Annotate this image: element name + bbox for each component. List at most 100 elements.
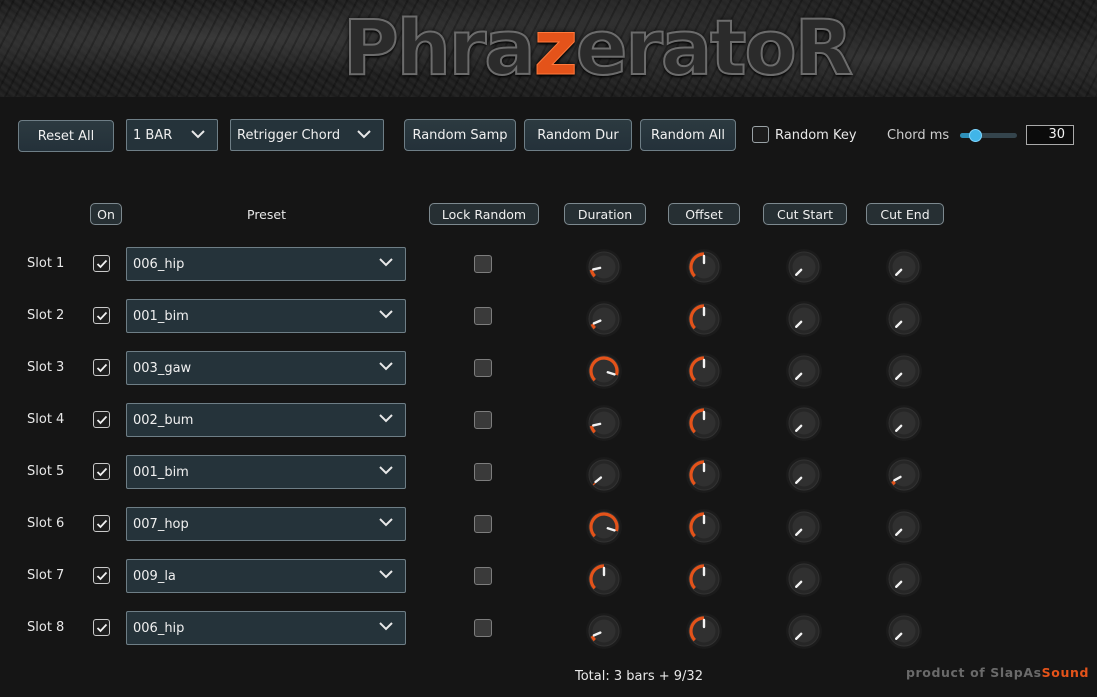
slot-preset-select[interactable]: 003_gaw (126, 351, 406, 385)
slot-on-checkbox[interactable] (93, 255, 110, 272)
slot-cut-end-knob[interactable] (885, 560, 923, 598)
slot-duration-knob[interactable] (585, 248, 623, 286)
slot-offset-knob[interactable] (685, 560, 723, 598)
bars-select[interactable]: 1 BAR (126, 119, 218, 151)
random-dur-button[interactable]: Random Dur (524, 119, 632, 151)
chevron-down-icon (379, 414, 393, 423)
slot-lock-random-checkbox[interactable] (474, 359, 492, 377)
random-samp-button[interactable]: Random Samp (404, 119, 516, 151)
slot-cut-start-knob[interactable] (785, 352, 823, 390)
chevron-down-icon (379, 570, 393, 579)
slot-cut-start-knob[interactable] (785, 508, 823, 546)
slot-cut-end-knob[interactable] (885, 404, 923, 442)
slot-cut-end-knob[interactable] (885, 352, 923, 390)
checkmark-icon (96, 415, 107, 424)
slot-preset-select[interactable]: 006_hip (126, 247, 406, 281)
chevron-down-icon (379, 518, 393, 527)
slot-preset-select[interactable]: 007_hop (126, 507, 406, 541)
preset-header: Preset (247, 207, 286, 222)
slot-cut-start-knob[interactable] (785, 456, 823, 494)
slot-label: Slot 6 (27, 516, 65, 531)
chevron-down-icon (191, 130, 205, 139)
slot-cut-end-knob[interactable] (885, 456, 923, 494)
lock-random-header-button[interactable]: Lock Random (429, 203, 539, 225)
slot-cut-end-knob[interactable] (885, 612, 923, 650)
logo-part-1: Phra (342, 2, 537, 93)
slot-preset-select[interactable]: 006_hip (126, 611, 406, 645)
mode-select-value: Retrigger Chord (237, 127, 341, 143)
slot-offset-knob[interactable] (685, 456, 723, 494)
chord-ms-slider[interactable] (960, 129, 1017, 142)
mode-select[interactable]: Retrigger Chord (230, 119, 384, 151)
slot-lock-random-checkbox[interactable] (474, 411, 492, 429)
slot-offset-knob[interactable] (685, 352, 723, 390)
slot-lock-random-checkbox[interactable] (474, 515, 492, 533)
slot-on-checkbox[interactable] (93, 411, 110, 428)
slot-preset-select[interactable]: 002_bum (126, 403, 406, 437)
slot-lock-random-checkbox[interactable] (474, 255, 492, 273)
slot-duration-knob[interactable] (585, 456, 623, 494)
slot-offset-knob[interactable] (685, 248, 723, 286)
slot-cut-end-knob[interactable] (885, 248, 923, 286)
total-length-text: Total: 3 bars + 9/32 (575, 669, 703, 684)
checkmark-icon (96, 467, 107, 476)
slot-label: Slot 2 (27, 308, 65, 323)
checkmark-icon (96, 311, 107, 320)
slot-cut-start-knob[interactable] (785, 404, 823, 442)
slot-cut-end-knob[interactable] (885, 300, 923, 338)
slot-on-checkbox[interactable] (93, 359, 110, 376)
slot-on-checkbox[interactable] (93, 567, 110, 584)
slot-offset-knob[interactable] (685, 612, 723, 650)
brand-credit: product of SlapAsSound (906, 665, 1089, 680)
chevron-down-icon (379, 310, 393, 319)
slot-preset-select[interactable]: 001_bim (126, 455, 406, 489)
slot-lock-random-checkbox[interactable] (474, 463, 492, 481)
slot-cut-start-knob[interactable] (785, 300, 823, 338)
chord-ms-input[interactable]: 30 (1026, 125, 1074, 145)
slot-label: Slot 3 (27, 360, 65, 375)
on-header-button[interactable]: On (90, 203, 122, 225)
chord-ms-slider-thumb[interactable] (968, 129, 982, 142)
slot-label: Slot 8 (27, 620, 65, 635)
slot-on-checkbox[interactable] (93, 515, 110, 532)
offset-header-button[interactable]: Offset (668, 203, 740, 225)
slot-preset-select[interactable]: 001_bim (126, 299, 406, 333)
slot-duration-knob[interactable] (585, 612, 623, 650)
slot-label: Slot 1 (27, 256, 65, 271)
slot-offset-knob[interactable] (685, 404, 723, 442)
duration-header-button[interactable]: Duration (564, 203, 646, 225)
slot-cut-start-knob[interactable] (785, 612, 823, 650)
random-key-checkbox[interactable] (752, 126, 769, 143)
slot-label: Slot 7 (27, 568, 65, 583)
slot-lock-random-checkbox[interactable] (474, 567, 492, 585)
slot-cut-start-knob[interactable] (785, 248, 823, 286)
slot-on-checkbox[interactable] (93, 463, 110, 480)
slot-duration-knob[interactable] (585, 404, 623, 442)
checkmark-icon (96, 519, 107, 528)
slot-cut-end-knob[interactable] (885, 508, 923, 546)
brand-text: product of SlapAs (906, 665, 1042, 680)
cut-start-header-button[interactable]: Cut Start (763, 203, 847, 225)
cut-end-header-button[interactable]: Cut End (866, 203, 944, 225)
checkmark-icon (96, 363, 107, 372)
reset-all-button[interactable]: Reset All (18, 120, 114, 152)
slot-lock-random-checkbox[interactable] (474, 307, 492, 325)
chevron-down-icon (379, 362, 393, 371)
chevron-down-icon (357, 130, 371, 139)
slot-duration-knob[interactable] (585, 300, 623, 338)
slot-lock-random-checkbox[interactable] (474, 619, 492, 637)
slot-preset-value: 003_gaw (133, 360, 192, 376)
slot-duration-knob[interactable] (585, 560, 623, 598)
slot-cut-start-knob[interactable] (785, 560, 823, 598)
slot-offset-knob[interactable] (685, 508, 723, 546)
header-banner: PhrazeratoR (0, 0, 1097, 97)
slot-on-checkbox[interactable] (93, 619, 110, 636)
slot-on-checkbox[interactable] (93, 307, 110, 324)
slot-duration-knob[interactable] (585, 508, 623, 546)
slot-preset-select[interactable]: 009_la (126, 559, 406, 593)
slot-preset-value: 009_la (133, 568, 176, 584)
chord-ms-label: Chord ms (887, 128, 950, 143)
slot-offset-knob[interactable] (685, 300, 723, 338)
random-all-button[interactable]: Random All (640, 119, 736, 151)
slot-duration-knob[interactable] (585, 352, 623, 390)
